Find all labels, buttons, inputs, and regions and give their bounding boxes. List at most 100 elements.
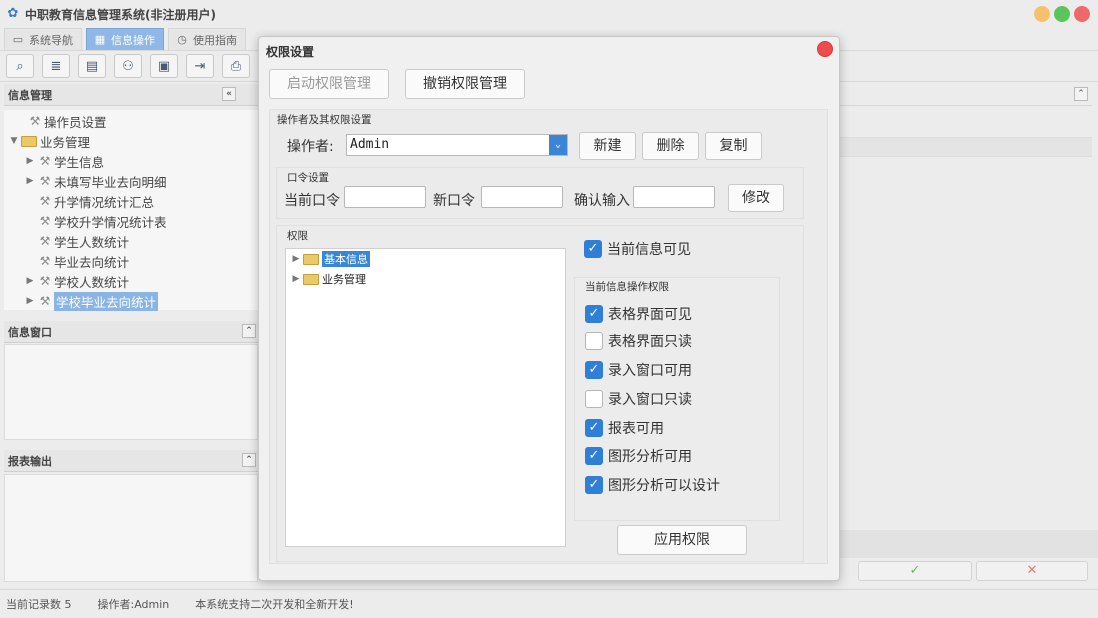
tool-icon: ⚒ (39, 274, 51, 288)
tab-user-guide[interactable]: ◷ 使用指南 (168, 28, 246, 50)
checkbox-checked-icon: ✓ (585, 305, 603, 323)
permission-tree: ▶ 基本信息 ▶ 业务管理 (285, 248, 566, 547)
enable-permission-button[interactable]: 启动权限管理 (269, 69, 389, 99)
current-password-label: 当前口令 (284, 193, 340, 209)
tool-icon: ⚒ (39, 254, 51, 268)
new-password-input[interactable] (481, 186, 563, 208)
tool-icon: ⚒ (29, 114, 41, 128)
status-operator: 操作者:Admin (97, 598, 170, 611)
chevron-down-icon[interactable]: ⌄ (549, 135, 567, 155)
status-record-count: 当前记录数 5 (6, 598, 72, 611)
perm-tree-item-selected[interactable]: ▶ 基本信息 (290, 250, 370, 268)
collapse-up-icon[interactable]: ⌃ (242, 453, 256, 467)
current-password-input[interactable] (344, 186, 426, 208)
perm-checkbox[interactable]: ✓ 表格界面可见 (585, 304, 692, 324)
copy-operator-button[interactable]: 复制 (705, 132, 762, 160)
tree-item[interactable]: ▼ 业务管理 (8, 131, 90, 151)
perm-checkbox[interactable]: 录入窗口只读 (585, 389, 692, 409)
report-output-body (4, 474, 258, 582)
info-window-header: 信息窗口 ⌃ (4, 321, 258, 343)
perm-checkbox[interactable]: ✓ 报表可用 (585, 418, 664, 438)
minimize-button[interactable] (1034, 6, 1050, 22)
dialog-close-button[interactable] (817, 41, 833, 57)
app-title: 中职教育信息管理系统(非注册用户) (25, 7, 216, 22)
close-icon: ✕ (1026, 563, 1038, 578)
tree-item[interactable]: ▶ ⚒ 未填写毕业去向明细 (24, 171, 167, 191)
perm-checkbox[interactable]: 表格界面只读 (585, 331, 692, 351)
list-icon[interactable]: ≣ (42, 54, 70, 78)
tree-item[interactable]: ▶ ⚒ 学生信息 (24, 151, 104, 171)
collapse-up-icon[interactable]: ⌃ (242, 324, 256, 338)
document-icon[interactable]: ▤ (78, 54, 106, 78)
current-info-visible-checkbox[interactable]: ✓ 当前信息可见 (584, 239, 691, 259)
print-icon[interactable]: ⎙ (222, 54, 250, 78)
info-mgmt-tree: ⚒ 操作员设置 ▼ 业务管理 ▶ ⚒ 学生信息 ▶ ⚒ 未填写毕业去向明细 ⚒ 升学情况统计汇… (4, 110, 258, 311)
tree-item[interactable]: ⚒ 学校升学情况统计表 (36, 211, 167, 231)
tool-icon: ⚒ (39, 174, 51, 188)
tree-item[interactable]: ⚒ 操作员设置 (26, 111, 107, 131)
perm-checkbox[interactable]: ✓ 图形分析可以设计 (585, 475, 720, 495)
collapsed-arrow-icon[interactable]: ▶ (290, 274, 302, 284)
tree-item[interactable]: ⚒ 升学情况统计汇总 (36, 191, 154, 211)
export-icon[interactable]: ⇥ (186, 54, 214, 78)
group-title: 操作者及其权限设置 (277, 114, 372, 126)
new-operator-button[interactable]: 新建 (579, 132, 636, 160)
tab-system-nav[interactable]: ▭ 系统导航 (4, 28, 82, 50)
folder-icon (303, 253, 319, 265)
dialog-title: 权限设置 (266, 45, 315, 59)
collapsed-arrow-icon[interactable]: ▶ (24, 296, 36, 306)
checkbox-checked-icon: ✓ (585, 447, 603, 465)
collapse-up-icon[interactable]: ⌃ (1074, 87, 1088, 101)
perm-checkbox[interactable]: ✓ 图形分析可用 (585, 446, 692, 466)
collapsed-arrow-icon[interactable]: ▶ (24, 176, 36, 186)
modify-password-button[interactable]: 修改 (728, 184, 784, 212)
maximize-button[interactable] (1054, 6, 1070, 22)
operator-select[interactable]: Admin ⌄ (346, 134, 568, 156)
tool-icon: ⚒ (39, 194, 51, 208)
confirm-password-label: 确认输入 (574, 193, 630, 209)
checkbox-checked-icon: ✓ (584, 240, 602, 258)
confirm-button[interactable]: ✓ (858, 561, 972, 581)
status-note: 本系统支持二次开发和全新开发! (195, 598, 354, 611)
folder-icon (303, 273, 319, 285)
collapse-left-icon[interactable]: « (222, 87, 236, 101)
operator-label: 操作者: (287, 139, 334, 155)
confirm-password-input[interactable] (633, 186, 715, 208)
cancel-button[interactable]: ✕ (976, 561, 1088, 581)
tree-item[interactable]: ▶ ⚒ 学校人数统计 (24, 271, 129, 291)
tab-info-operation[interactable]: ▦ 信息操作 (86, 28, 164, 50)
collapsed-arrow-icon[interactable]: ▶ (290, 254, 302, 264)
apply-permission-button[interactable]: 应用权限 (617, 525, 747, 555)
monitor-icon: ▭ (12, 32, 24, 46)
permission-dialog: 权限设置 启动权限管理 撤销权限管理 操作者及其权限设置 操作者: Admin … (258, 36, 840, 581)
clock-icon: ◷ (177, 32, 187, 46)
tool-icon: ⚒ (39, 154, 51, 168)
perm-checkbox[interactable]: ✓ 录入窗口可用 (585, 360, 692, 380)
tree-item-selected[interactable]: ▶ ⚒ 学校毕业去向统计 (24, 291, 159, 311)
tree-item[interactable]: ⚒ 毕业去向统计 (36, 251, 129, 271)
checkbox-unchecked-icon (585, 332, 603, 350)
entry-strip (840, 530, 1098, 558)
tree-item[interactable]: ⚒ 学生人数统计 (36, 231, 129, 251)
window-icon[interactable]: ▣ (150, 54, 178, 78)
folder-icon (21, 135, 37, 147)
collapsed-arrow-icon[interactable]: ▶ (24, 156, 36, 166)
check-icon: ✓ (909, 563, 921, 578)
info-mgmt-header: 信息管理 « (4, 84, 258, 106)
revoke-permission-button[interactable]: 撤销权限管理 (405, 69, 525, 99)
expanded-arrow-icon[interactable]: ▼ (8, 136, 20, 146)
checkbox-checked-icon: ✓ (585, 361, 603, 379)
tool-icon: ⚒ (39, 294, 51, 308)
group-title: 口令设置 (287, 172, 329, 184)
report-output-header: 报表输出 ⌃ (4, 450, 258, 472)
info-window-body (4, 344, 258, 440)
close-window-button[interactable] (1074, 6, 1090, 22)
checkbox-unchecked-icon (585, 390, 603, 408)
search-icon[interactable]: ⌕ (6, 54, 34, 78)
delete-operator-button[interactable]: 删除 (642, 132, 699, 160)
status-bar: 当前记录数 5 操作者:Admin 本系统支持二次开发和全新开发! (0, 589, 1098, 618)
grid-icon: ▦ (94, 32, 106, 46)
collapsed-arrow-icon[interactable]: ▶ (24, 276, 36, 286)
users-icon[interactable]: ⚇ (114, 54, 142, 78)
perm-tree-item[interactable]: ▶ 业务管理 (290, 270, 366, 288)
